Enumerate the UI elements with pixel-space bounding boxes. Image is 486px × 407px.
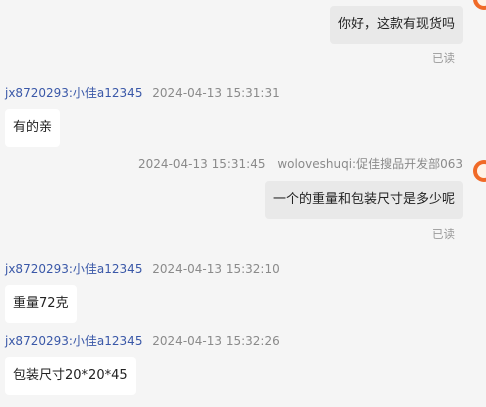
- message-header: jx8720293:小佳a12345 2024-04-13 15:32:26: [5, 334, 280, 348]
- message-time: 2024-04-13 15:31:45: [138, 157, 266, 171]
- read-status: 已读: [432, 51, 455, 65]
- sender-name[interactable]: jx8720293:小佳a12345: [5, 262, 142, 276]
- user-avatar[interactable]: [473, 160, 486, 182]
- message-bubble-incoming[interactable]: 包装尺寸20*20*45: [5, 357, 136, 395]
- message-bubble-outgoing[interactable]: 一个的重量和包装尺寸是多少呢: [264, 181, 463, 219]
- message-header: jx8720293:小佳a12345 2024-04-13 15:31:31: [5, 86, 280, 100]
- read-status: 已读: [432, 227, 455, 241]
- user-avatar[interactable]: [473, 0, 486, 10]
- message-time: 2024-04-13 15:31:31: [152, 86, 280, 100]
- message-time: 2024-04-13 15:32:26: [152, 334, 280, 348]
- message-bubble-outgoing[interactable]: 你好，这款有现货吗: [329, 6, 463, 44]
- message-header: jx8720293:小佳a12345 2024-04-13 15:32:10: [5, 262, 280, 276]
- sender-name[interactable]: woloveshuqi:促佳搜品开发部063: [277, 157, 463, 171]
- message-time: 2024-04-13 15:32:10: [152, 262, 280, 276]
- sender-name[interactable]: jx8720293:小佳a12345: [5, 334, 142, 348]
- message-bubble-incoming[interactable]: 重量72克: [5, 285, 77, 323]
- sender-name[interactable]: jx8720293:小佳a12345: [5, 86, 142, 100]
- message-header: 2024-04-13 15:31:45 woloveshuqi:促佳搜品开发部0…: [138, 157, 463, 171]
- message-bubble-incoming[interactable]: 有的亲: [5, 109, 61, 147]
